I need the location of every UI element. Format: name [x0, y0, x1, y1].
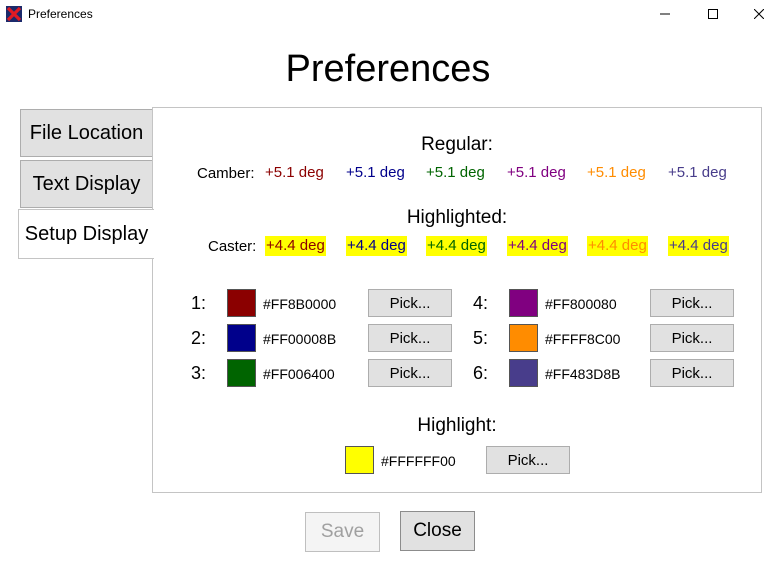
camber-value: +5.1 deg [426, 164, 485, 181]
camber-value: +5.1 deg [587, 164, 646, 181]
color-swatch [227, 324, 256, 352]
caster-value: +4.4 deg [426, 236, 487, 256]
color-hex-value: #FF006400 [263, 366, 335, 382]
maximize-button[interactable] [690, 0, 736, 28]
color-hex-value: #FFFF8C00 [545, 331, 621, 347]
save-button[interactable]: Save [305, 512, 380, 552]
color-number-label: 5: [473, 328, 489, 348]
camber-value: +5.1 deg [668, 164, 727, 181]
color-swatch [509, 289, 538, 317]
caster-value: +4.4 deg [265, 236, 326, 256]
color-number-label: 2: [191, 328, 207, 348]
caster-value: +4.4 deg [668, 236, 729, 256]
title-bar: Preferences [0, 0, 776, 28]
color-number-label: 1: [191, 293, 207, 313]
caster-label: Caster: [208, 238, 257, 255]
color-swatch [227, 359, 256, 387]
color-hex-value: #FF8B0000 [263, 296, 337, 312]
color-swatch [509, 324, 538, 352]
window-title: Preferences [28, 7, 93, 21]
camber-label: Camber: [197, 165, 255, 182]
color-swatch [227, 289, 256, 317]
caster-value: +4.4 deg [587, 236, 648, 256]
color-hex-value: #FF483D8B [545, 366, 621, 382]
color-number-label: 3: [191, 363, 207, 383]
tab-setup-display[interactable]: Setup Display [18, 209, 154, 259]
caster-value: +4.4 deg [346, 236, 407, 256]
highlight-color-hex: #FFFFFF00 [381, 453, 456, 469]
camber-value: +5.1 deg [346, 164, 405, 181]
tab-text-display[interactable]: Text Display [20, 160, 153, 208]
color-number-label: 4: [473, 293, 489, 313]
close-button[interactable]: Close [400, 511, 475, 551]
highlight-color-swatch [345, 446, 374, 474]
tab-file-location[interactable]: File Location [20, 109, 153, 157]
color-hex-value: #FF00008B [263, 331, 337, 347]
camber-value: +5.1 deg [265, 164, 324, 181]
color-pick-button[interactable]: Pick... [368, 289, 452, 317]
color-pick-button[interactable]: Pick... [368, 324, 452, 352]
camber-value: +5.1 deg [507, 164, 566, 181]
highlight-heading: Highlight: [417, 415, 497, 436]
highlight-pick-button[interactable]: Pick... [486, 446, 570, 474]
highlighted-heading: Highlighted: [406, 207, 508, 228]
regular-heading: Regular: [421, 134, 493, 155]
color-number-label: 6: [473, 363, 489, 383]
color-pick-button[interactable]: Pick... [650, 289, 734, 317]
color-pick-button[interactable]: Pick... [650, 324, 734, 352]
color-pick-button[interactable]: Pick... [368, 359, 452, 387]
red-x-logo-icon [6, 6, 22, 22]
color-swatch [509, 359, 538, 387]
color-hex-value: #FF800080 [545, 296, 617, 312]
page-title: Preferences [285, 48, 491, 90]
window-close-button[interactable] [736, 0, 776, 28]
minimize-button[interactable] [642, 0, 688, 28]
setup-display-panel: Regular: Camber: +5.1 deg +5.1 deg +5.1 de… [152, 107, 762, 493]
color-pick-button[interactable]: Pick... [650, 359, 734, 387]
caster-value: +4.4 deg [507, 236, 568, 256]
